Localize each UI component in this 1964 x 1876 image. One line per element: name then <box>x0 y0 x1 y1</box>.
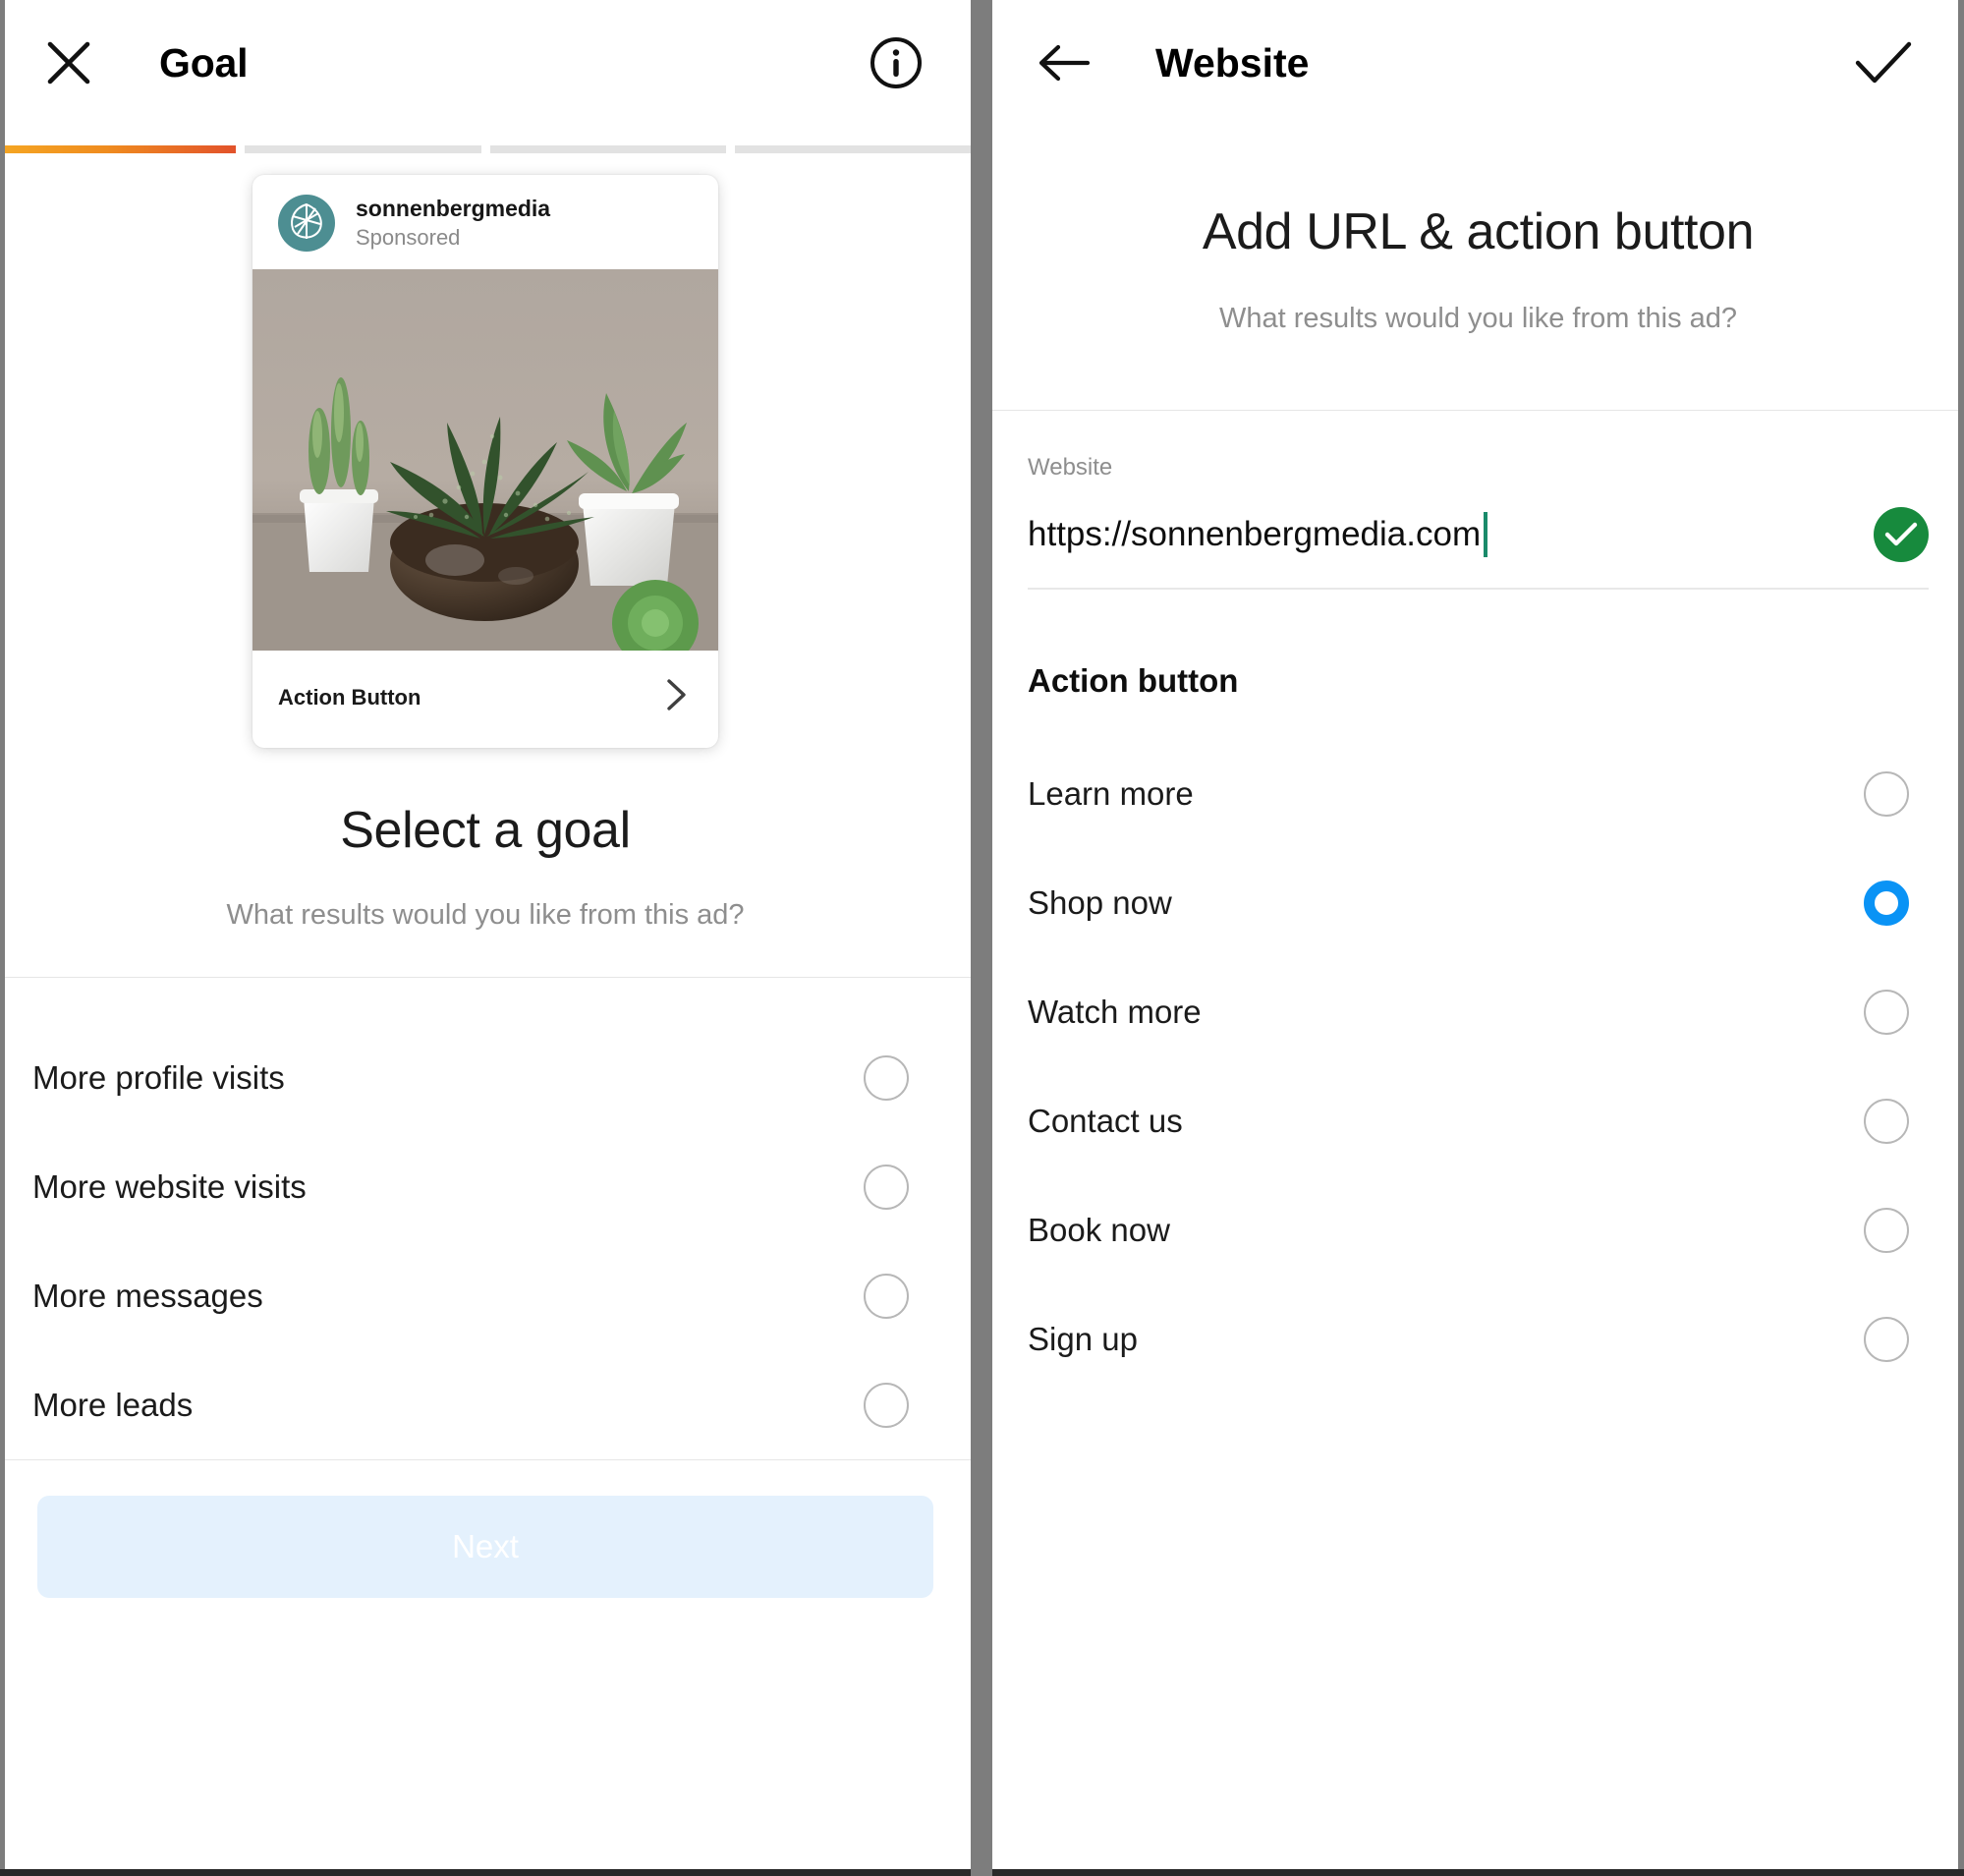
radio-button-selected[interactable] <box>1864 880 1909 926</box>
website-input[interactable]: https://sonnenbergmedia.com <box>1028 515 1481 554</box>
ad-preview-card[interactable]: sonnenbergmedia Sponsored Action Button <box>253 175 718 748</box>
progress-segment-1 <box>0 145 237 153</box>
ad-action-button-label: Action Button <box>278 684 421 710</box>
panel-divider-gutter <box>971 0 992 1876</box>
screenshot-root: Goal sonnenbergmedia Sponsored Action Bu… <box>0 0 1964 1876</box>
goal-header-bar: Goal <box>0 0 971 126</box>
website-input-wrap[interactable]: https://sonnenbergmedia.com <box>1028 512 1488 557</box>
chevron-right-icon <box>663 676 689 718</box>
leaf-logo-icon <box>285 199 328 248</box>
ad-preview-container: sonnenbergmedia Sponsored Action Button <box>0 153 971 748</box>
website-header-bar: Website <box>992 0 1964 126</box>
goal-screen-panel: Goal sonnenbergmedia Sponsored Action Bu… <box>0 0 971 1876</box>
goal-option-more-website-visits[interactable]: More website visits <box>0 1132 971 1241</box>
action-option-sign-up[interactable]: Sign up <box>992 1284 1964 1393</box>
action-option-shop-now[interactable]: Shop now <box>992 848 1964 957</box>
action-option-label: Sign up <box>1028 1320 1138 1357</box>
goal-list-top-divider <box>0 977 971 978</box>
goal-subheading: What results would you like from this ad… <box>226 899 745 931</box>
radio-button[interactable] <box>1864 1207 1909 1253</box>
website-subheading: What results would you like from this ad… <box>1218 303 1738 334</box>
right-panel-bottom-edge <box>992 1869 1964 1876</box>
action-option-label: Book now <box>1028 1211 1170 1248</box>
action-option-label: Shop now <box>1028 883 1172 921</box>
radio-button[interactable] <box>864 1273 909 1319</box>
right-panel-edge <box>1958 0 1964 1876</box>
goal-options-list: More profile visits More website visits … <box>0 1023 971 1459</box>
website-field-block: Website https://sonnenbergmedia.com <box>992 411 1964 590</box>
goal-option-more-profile-visits[interactable]: More profile visits <box>0 1023 971 1132</box>
next-button-container: Next <box>0 1460 971 1598</box>
goal-heading: Select a goal <box>340 802 631 859</box>
ad-sponsored-label: Sponsored <box>356 225 461 251</box>
left-panel-bottom-edge <box>0 1869 971 1876</box>
ad-account-handle: sonnenbergmedia <box>356 195 551 221</box>
radio-button[interactable] <box>864 1164 909 1210</box>
goal-option-label: More messages <box>32 1277 263 1314</box>
goal-option-label: More website visits <box>32 1167 307 1205</box>
page-title: Website <box>1155 39 1310 85</box>
action-option-watch-more[interactable]: Watch more <box>992 957 1964 1066</box>
radio-button[interactable] <box>1864 1316 1909 1362</box>
ad-account-block: sonnenbergmedia Sponsored <box>356 196 550 251</box>
step-progress-bar <box>0 145 971 153</box>
progress-segment-2 <box>245 145 481 153</box>
goal-option-more-messages[interactable]: More messages <box>0 1241 971 1350</box>
goal-option-more-leads[interactable]: More leads <box>0 1350 971 1459</box>
website-field-row[interactable]: https://sonnenbergmedia.com <box>1028 507 1929 590</box>
goal-option-label: More profile visits <box>32 1058 285 1096</box>
ad-photo <box>253 269 718 651</box>
text-caret <box>1484 512 1488 557</box>
website-heading: Add URL & action button <box>1202 203 1755 260</box>
next-button[interactable]: Next <box>37 1496 933 1598</box>
action-option-label: Watch more <box>1028 993 1202 1030</box>
page-title: Goal <box>159 39 249 85</box>
close-icon[interactable] <box>33 28 104 98</box>
action-button-options-list: Learn more Shop now Watch more Contact u… <box>992 739 1964 1393</box>
radio-button[interactable] <box>864 1382 909 1428</box>
avatar <box>278 195 335 252</box>
action-option-contact-us[interactable]: Contact us <box>992 1066 1964 1175</box>
radio-button[interactable] <box>1864 1098 1909 1144</box>
radio-button[interactable] <box>1864 989 1909 1035</box>
action-button-section-title: Action button <box>1028 662 1239 699</box>
radio-button[interactable] <box>864 1054 909 1101</box>
action-option-label: Contact us <box>1028 1102 1183 1139</box>
website-field-label: Website <box>1028 454 1113 481</box>
ad-card-header: sonnenbergmedia Sponsored <box>253 175 718 269</box>
arrow-left-icon[interactable] <box>1028 28 1098 98</box>
ad-action-button-row[interactable]: Action Button <box>253 651 718 748</box>
progress-segment-3 <box>489 145 726 153</box>
check-circle-icon <box>1874 507 1929 562</box>
action-option-book-now[interactable]: Book now <box>992 1175 1964 1284</box>
checkmark-icon[interactable] <box>1848 28 1919 98</box>
info-circle-icon[interactable] <box>861 28 931 98</box>
action-option-label: Learn more <box>1028 774 1194 812</box>
website-screen-panel: Website Add URL & action button What res… <box>992 0 1964 1876</box>
progress-segment-4 <box>734 145 971 153</box>
left-panel-edge <box>0 0 5 1876</box>
action-option-learn-more[interactable]: Learn more <box>992 739 1964 848</box>
goal-option-label: More leads <box>32 1386 194 1423</box>
radio-button[interactable] <box>1864 770 1909 817</box>
